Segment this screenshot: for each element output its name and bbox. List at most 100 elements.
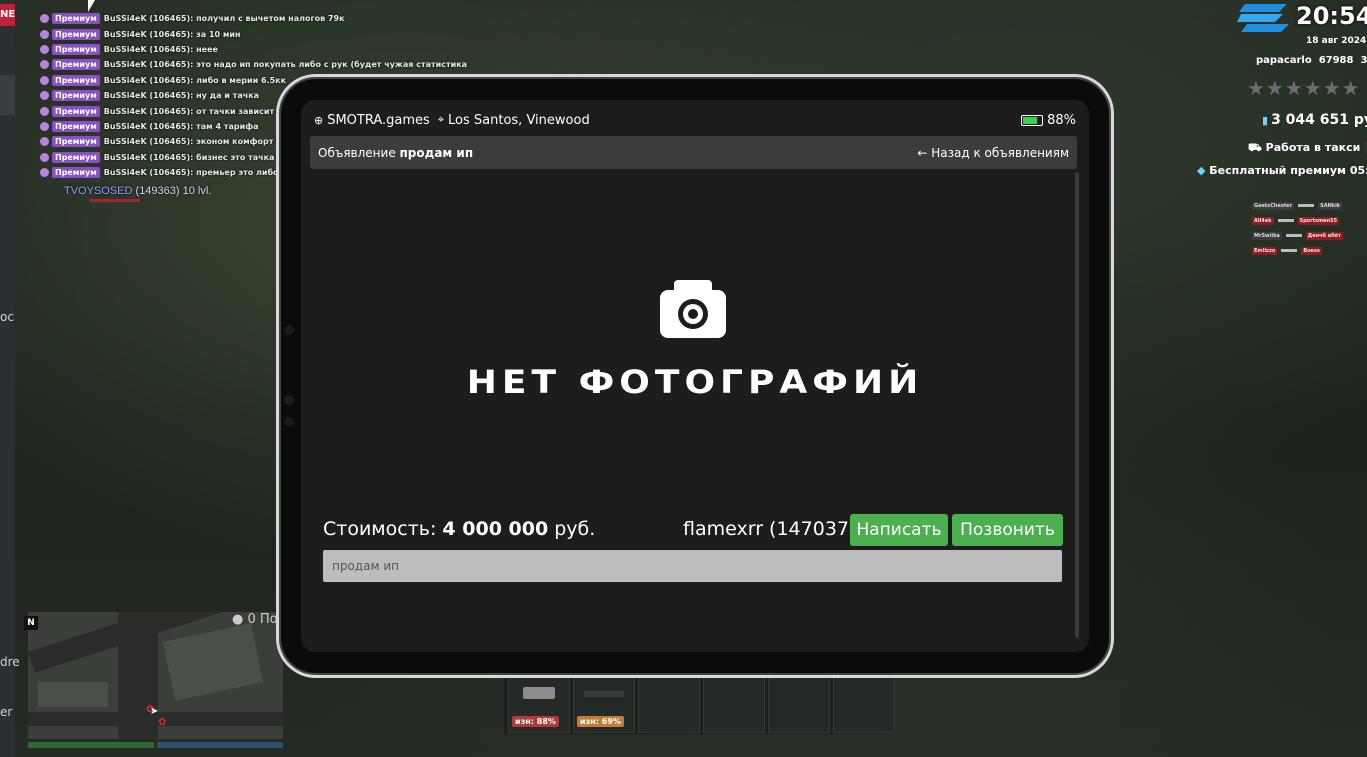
chat-message: BuSSi4eK (106465): нeee [103,44,218,54]
victim-name: Sportsmen55 [1297,216,1340,225]
wear-badge: изн: 69% [577,716,624,727]
tablet-camera-dot [284,325,294,335]
location-pin-icon: ⌖ [437,113,445,126]
skull-icon [40,121,49,131]
left-strip-segment [0,75,15,115]
hotbar-slot[interactable]: изн: 88% [508,676,570,733]
chat-line: Премиум BuSSi4eK (106465): нeee [40,42,470,57]
hotbar-slot[interactable] [768,676,830,733]
price-value: 4 000 000 [442,518,549,540]
player-info: papacarlo 67988 3370 [1256,55,1367,66]
status-bars [28,742,283,748]
ad-description: продам ип [323,550,1062,582]
weapon-icon [1277,219,1294,222]
chat-message: BuSSi4eK (106465): либо в мерии 6.5кк [103,75,287,85]
map-marker-icon: ✿ [158,717,167,728]
left-side-panel: NE [0,0,15,757]
map-block [38,682,108,707]
kill-feed-row: Emilzzo Boess [1252,243,1367,258]
tablet-button-dot [284,417,294,427]
call-button[interactable]: Позвонить [952,514,1063,546]
premium-badge: Премиум [52,167,100,179]
hotbar-slot[interactable]: изн: 69% [573,676,635,733]
north-indicator: N [24,616,38,630]
globe-icon: ⊕ [314,113,324,127]
hotbar-slot[interactable] [638,676,700,733]
premium-badge: Премиум [52,136,100,148]
premium-badge: Премиум [52,74,100,86]
premium-badge: Премиум [52,120,100,132]
money-icon: ▮ [1262,114,1269,127]
write-message-button[interactable]: Написать [850,514,948,546]
skull-icon [40,60,49,70]
skull-icon [40,29,49,39]
weapon-hotbar: изн: 88% изн: 69% [508,676,895,733]
job-indicator: ⛟ Работа в таксиF5 [1248,141,1367,156]
skull-icon [40,44,49,54]
wear-badge: изн: 88% [512,716,559,727]
premium-badge: Премиум [52,90,100,102]
ad-header-bar: Объявление продам ип ← Назад к объявлени… [310,136,1077,169]
hotbar-slot[interactable] [703,676,765,733]
killer-name: Ali4ek [1252,216,1274,225]
kill-feed-row: GeetsChester SANkik [1252,198,1367,213]
weapon-icon [1285,234,1302,237]
victim-name: Boess [1301,246,1322,255]
map-block [162,623,264,701]
skull-icon [40,137,49,147]
killer-name: Emilzzo [1252,246,1278,255]
price-label: Стоимость: [323,518,443,540]
premium-badge: Премиум [52,43,100,55]
clock-date: 18 авг 2024 [1306,36,1367,46]
money-value: 3 044 651 руб. [1271,112,1367,128]
scrollbar[interactable] [1075,172,1079,638]
nearby-player-name: TVOYSOSED [64,185,133,197]
voice-count: 0 [247,612,256,627]
skull-icon [40,168,49,178]
kill-feed-row: MrSwilka Денчб ебёт [1252,228,1367,243]
nearby-player-health [90,199,140,202]
chat-line: Премиум BuSSi4eK (106465): получил с выче… [40,11,470,26]
player-name: papacarlo [1256,55,1312,66]
armor-bar [157,742,283,748]
wanted-stars: ★★★★★★ [1247,76,1361,100]
skull-icon [40,14,49,24]
site-name: SMOTRA.games [327,112,430,128]
tablet-screen: ⊕ SMOTRA.games ⌖ Los Santos, Vinewood 88… [301,100,1089,652]
chat-message: BuSSi4eK (106465): получил с вычетом нал… [103,14,345,24]
chat-line: Премиум BuSSi4eK (106465): за 10 мин [40,26,470,41]
health-bar [28,742,154,748]
hotbar-slot[interactable] [833,676,895,733]
ad-title: Объявление продам ип [318,146,473,160]
chat-message: BuSSi4eK (106465): за 10 мин [103,29,241,39]
chat-message: BuSSi4eK (106465): ну да и тачка [103,91,260,101]
kill-feed-row: Ali4ek Sportsmen55 [1252,213,1367,228]
price-unit: руб. [548,518,596,540]
premium-badge: Премиум [52,13,100,25]
pistol-icon [523,687,555,699]
nearby-player-info: (149363) 10 lvl. [132,185,212,197]
nearby-player-tag: TVOYSOSED (149363) 10 lvl. [64,185,211,197]
battery-icon [1021,114,1044,126]
back-to-ads-link[interactable]: ← Назад к объявлениям [917,146,1069,160]
battery-percent: 88% [1047,112,1076,128]
killer-name: GeetsChester [1252,201,1295,210]
kill-feed: GeetsChester SANkik Ali4ek Sportsmen55 MrS… [1252,198,1367,258]
seller-name: flamexrr (147037) [683,518,857,540]
skull-icon [40,91,49,101]
skull-icon [40,106,49,116]
rifle-icon [584,691,624,697]
minimap: ✿ ✿ ➤ [28,612,283,739]
diamond-icon: ◆ [1197,164,1210,177]
premium-badge: Премиум [52,59,100,71]
battery-fill [1023,116,1038,124]
killer-name: MrSwilka [1252,231,1282,240]
price-line: Стоимость: 4 000 000 руб. [323,518,595,540]
player-id: 67988 [1318,55,1354,66]
premium-badge: Премиум [52,28,100,40]
server-logo-icon [1237,4,1289,32]
chat-message: BuSSi4eK (106465): это надо ип покупать … [103,60,470,70]
money-display: ▮3 044 651 руб. [1262,112,1367,128]
weapon-icon [1281,249,1298,252]
left-cut-text: er [0,705,13,719]
